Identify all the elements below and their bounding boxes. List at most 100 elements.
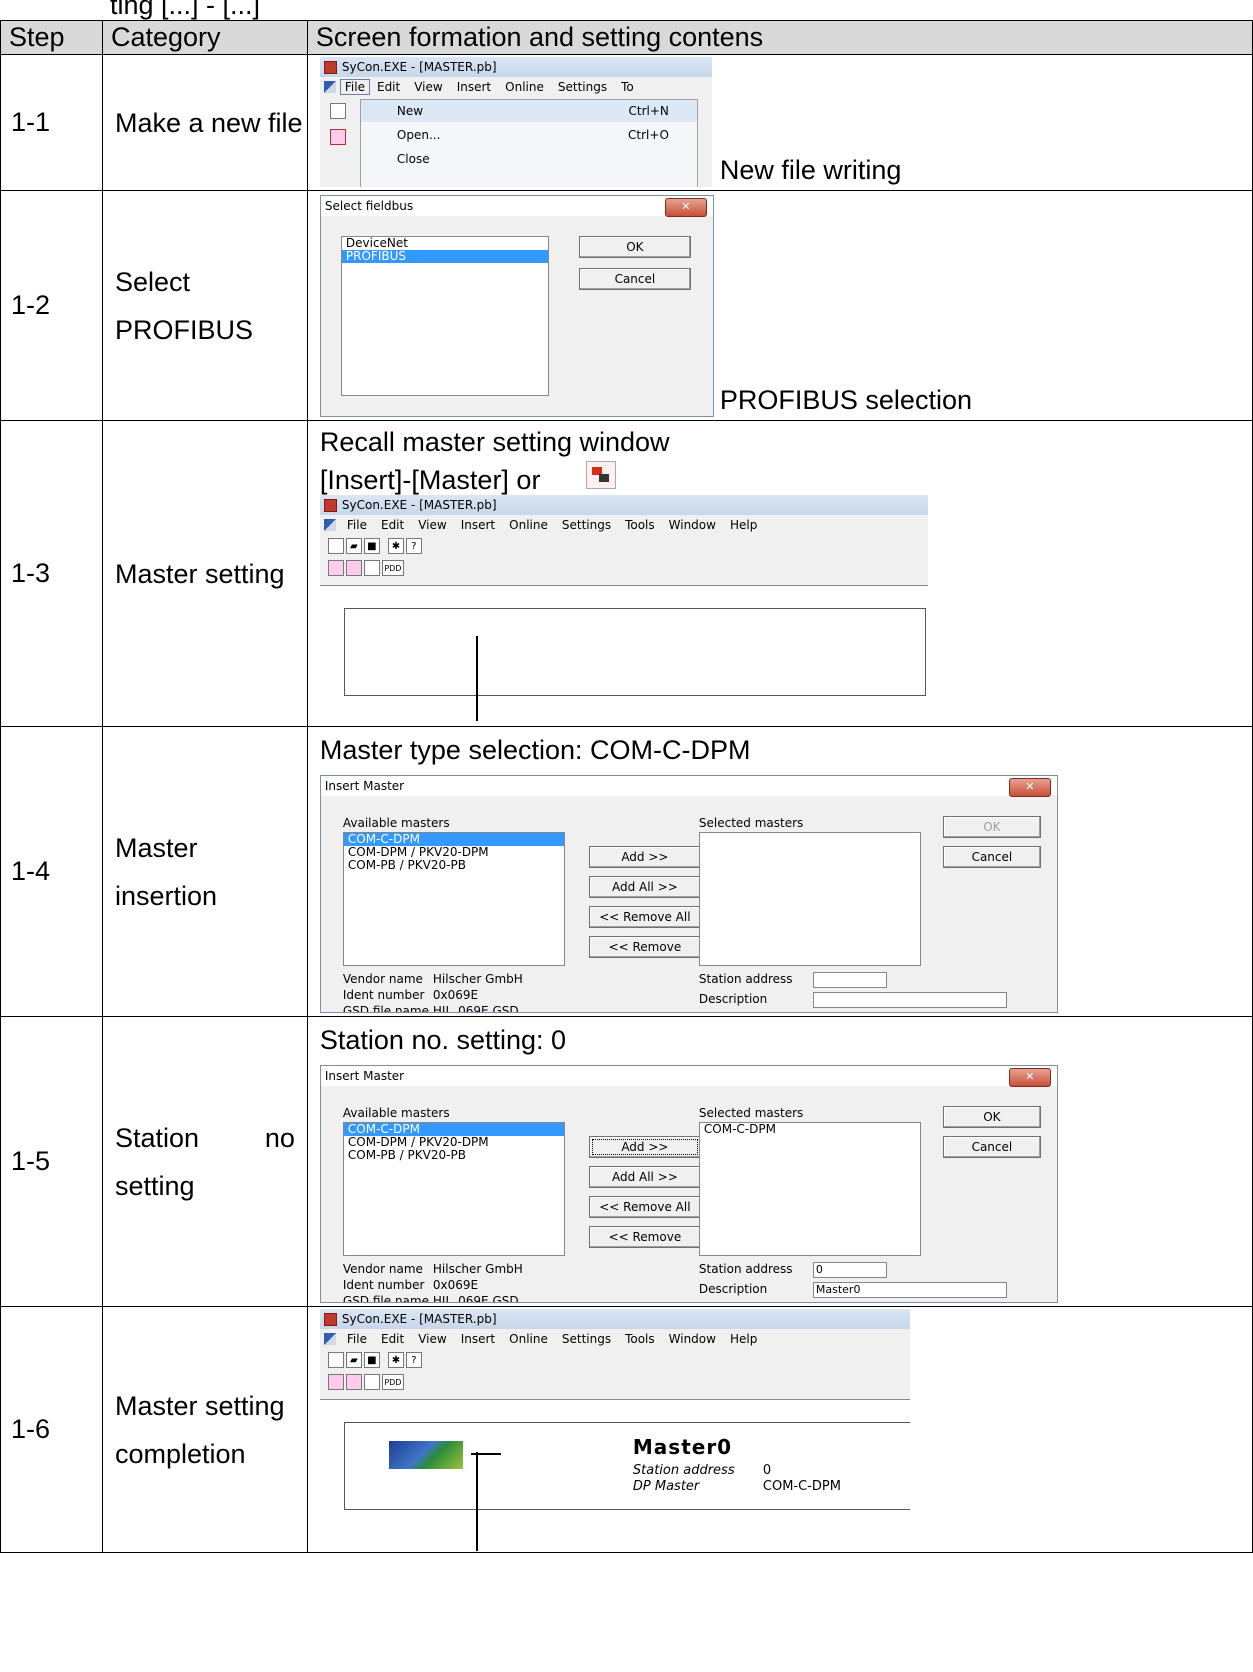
description-field[interactable] bbox=[812, 992, 1007, 1008]
menu-tools[interactable]: Tools bbox=[618, 1332, 662, 1346]
menu-settings[interactable]: Settings bbox=[551, 80, 614, 94]
insert-master-icon[interactable] bbox=[327, 560, 344, 576]
procedure-table: Step Category Screen formation and setti… bbox=[0, 20, 1253, 1553]
available-masters-list[interactable]: COM-C-DPM COM-DPM / PKV20-DPM COM-PB / P… bbox=[342, 1122, 565, 1256]
available-label: Available masters bbox=[342, 816, 450, 830]
help-icon[interactable]: ? bbox=[405, 538, 422, 554]
selected-masters-list[interactable] bbox=[698, 832, 921, 966]
open-folder-icon[interactable]: ▰ bbox=[345, 1352, 362, 1368]
insert-slave-icon[interactable] bbox=[345, 1374, 362, 1390]
pdd-button[interactable]: PDD bbox=[381, 1374, 404, 1390]
menu-window[interactable]: Window bbox=[662, 518, 723, 532]
menu-online[interactable]: Online bbox=[502, 1332, 555, 1346]
header-category: Category bbox=[101, 20, 308, 55]
menu-view[interactable]: View bbox=[411, 1332, 453, 1346]
list-item[interactable]: COM-PB / PKV20-PB bbox=[344, 1149, 564, 1162]
run-icon[interactable]: ✱ bbox=[387, 1352, 404, 1368]
add-all-button[interactable]: Add All >> bbox=[588, 1166, 701, 1188]
file-dropdown-menu: New Ctrl+N Open... Ctrl+O Close bbox=[359, 99, 698, 187]
run-icon[interactable]: ✱ bbox=[387, 538, 404, 554]
save-icon[interactable]: ■ bbox=[363, 1352, 380, 1368]
ok-button[interactable]: OK bbox=[942, 1106, 1041, 1128]
vendor-value: Hilscher GmbH bbox=[432, 972, 523, 986]
cancel-button[interactable]: Cancel bbox=[942, 1136, 1041, 1158]
menu-settings[interactable]: Settings bbox=[555, 1332, 618, 1346]
menu-tools[interactable]: Tools bbox=[618, 518, 662, 532]
menu-file[interactable]: File bbox=[340, 1332, 374, 1346]
add-button[interactable]: Add >> bbox=[588, 846, 701, 868]
station-address-field[interactable] bbox=[812, 972, 887, 988]
menu-edit[interactable]: Edit bbox=[374, 1332, 411, 1346]
remove-all-button[interactable]: << Remove All bbox=[588, 906, 701, 928]
ident-value: 0x069E bbox=[432, 988, 479, 1002]
menu-tools[interactable]: To bbox=[614, 80, 641, 94]
cancel-button[interactable]: Cancel bbox=[578, 268, 691, 290]
remove-button[interactable]: << Remove bbox=[588, 936, 701, 958]
open-folder-icon[interactable]: ▰ bbox=[345, 538, 362, 554]
station-address-field[interactable]: 0 bbox=[812, 1262, 887, 1278]
menu-window[interactable]: Window bbox=[662, 1332, 723, 1346]
menu-help[interactable]: Help bbox=[723, 518, 764, 532]
content-cell: SyCon.EXE - [MASTER.pb] File Edit View I… bbox=[306, 1306, 1253, 1553]
add-button[interactable]: Add >> bbox=[588, 1136, 701, 1158]
menu-item-close[interactable]: Close bbox=[361, 146, 697, 170]
step-cell: 1-3 bbox=[0, 420, 103, 727]
insert-link-icon[interactable] bbox=[363, 560, 380, 576]
list-item[interactable]: COM-PB / PKV20-PB bbox=[344, 859, 564, 872]
menu-help[interactable]: Help bbox=[723, 1332, 764, 1346]
ok-button[interactable]: OK bbox=[942, 816, 1041, 838]
category-cell: Master insertion bbox=[101, 726, 308, 1017]
remove-button[interactable]: << Remove bbox=[588, 1226, 701, 1248]
insert-master-icon[interactable] bbox=[327, 1374, 344, 1390]
new-file-icon[interactable] bbox=[327, 538, 344, 554]
add-all-button[interactable]: Add All >> bbox=[588, 876, 701, 898]
menu-online[interactable]: Online bbox=[498, 80, 551, 94]
ok-button[interactable]: OK bbox=[578, 236, 691, 258]
master-node-frame: Master0 Station address 0 DP Master COM-… bbox=[343, 1422, 910, 1510]
toolbar-main: ▰ ■ ✱ ? bbox=[320, 1349, 910, 1371]
close-icon[interactable]: ✕ bbox=[1008, 1068, 1051, 1087]
table-row: 1-6 Master setting completion SyCon.EXE … bbox=[0, 1306, 1253, 1553]
help-icon[interactable]: ? bbox=[405, 1352, 422, 1368]
row-caption: New file writing bbox=[719, 155, 902, 185]
menu-item-open[interactable]: Open... Ctrl+O bbox=[361, 122, 697, 146]
menu-insert[interactable]: Insert bbox=[454, 1332, 502, 1346]
close-icon[interactable]: ✕ bbox=[664, 198, 707, 217]
app-icon bbox=[323, 60, 337, 74]
menu-edit[interactable]: Edit bbox=[370, 80, 407, 94]
station-address-value: 0 bbox=[762, 1463, 772, 1478]
menu-edit[interactable]: Edit bbox=[374, 518, 411, 532]
dialog-titlebar: Insert Master bbox=[320, 1066, 1057, 1086]
list-item[interactable]: PROFIBUS bbox=[341, 250, 548, 263]
close-icon[interactable]: ✕ bbox=[1008, 778, 1051, 797]
available-masters-list[interactable]: COM-C-DPM COM-DPM / PKV20-DPM COM-PB / P… bbox=[342, 832, 565, 966]
ident-value: 0x069E bbox=[432, 1278, 479, 1292]
menu-view[interactable]: View bbox=[411, 518, 453, 532]
menu-insert[interactable]: Insert bbox=[450, 80, 498, 94]
menu-insert[interactable]: Insert bbox=[454, 518, 502, 532]
menu-item-new[interactable]: New Ctrl+N bbox=[360, 100, 697, 122]
instruction-line: [Insert]-[Master] or bbox=[319, 465, 541, 495]
insert-link-icon[interactable] bbox=[363, 1374, 380, 1390]
selected-masters-list[interactable]: COM-C-DPM bbox=[698, 1122, 921, 1256]
row-caption: Master type selection: COM-C-DPM bbox=[319, 735, 751, 765]
toolbar-main: ▰ ■ ✱ ? bbox=[320, 535, 928, 557]
menu-file[interactable]: File bbox=[340, 518, 374, 532]
station-address-label: Station address bbox=[698, 972, 793, 986]
cancel-button[interactable]: Cancel bbox=[942, 846, 1041, 868]
insert-slave-icon[interactable] bbox=[345, 560, 362, 576]
menu-view[interactable]: View bbox=[407, 80, 449, 94]
menu-file[interactable]: File bbox=[339, 79, 370, 95]
remove-all-button[interactable]: << Remove All bbox=[588, 1196, 701, 1218]
new-file-icon[interactable] bbox=[327, 1352, 344, 1368]
pdd-button[interactable]: PDD bbox=[381, 560, 404, 576]
description-field[interactable]: Master0 bbox=[812, 1282, 1007, 1298]
save-icon[interactable]: ■ bbox=[363, 538, 380, 554]
list-item[interactable]: COM-C-DPM bbox=[700, 1123, 920, 1136]
menu-settings[interactable]: Settings bbox=[555, 518, 618, 532]
master-name: Master0 bbox=[632, 1435, 733, 1459]
menu-online[interactable]: Online bbox=[502, 518, 555, 532]
vendor-label: Vendor name bbox=[342, 972, 423, 986]
sycon-main-window: SyCon.EXE - [MASTER.pb] File Edit View I… bbox=[319, 495, 928, 721]
fieldbus-list[interactable]: DeviceNet PROFIBUS bbox=[340, 236, 549, 396]
